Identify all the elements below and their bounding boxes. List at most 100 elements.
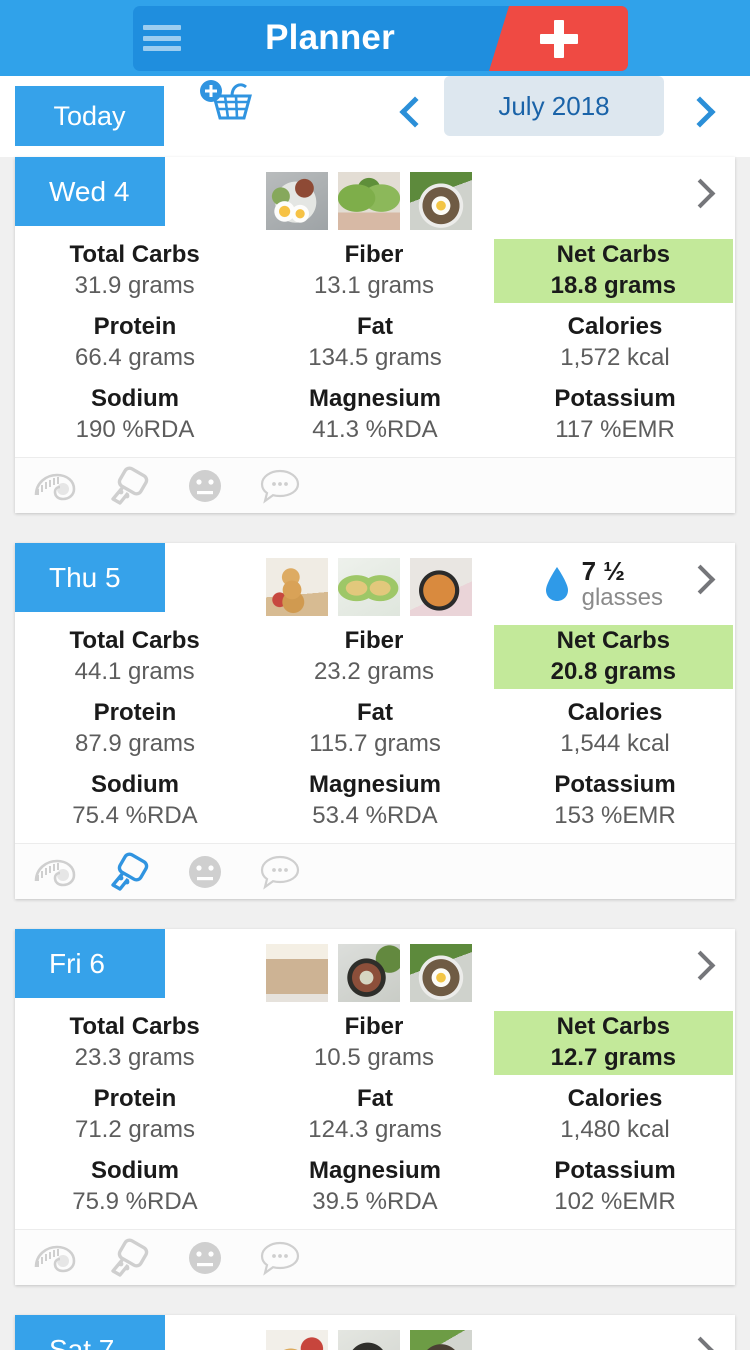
water-drop-icon xyxy=(545,567,568,602)
meal-thumbnail[interactable] xyxy=(266,172,328,230)
add-to-shopping-basket-icon[interactable] xyxy=(196,76,254,126)
nutrient-calories: Calories 1,480 kcal xyxy=(495,1079,735,1151)
nutrient-fat: Fat 115.7 grams xyxy=(255,693,495,765)
nutrient-value: 53.4 %RDA xyxy=(312,802,438,829)
nutrient-value: 1,572 kcal xyxy=(560,344,670,371)
day-badge[interactable]: Sat 7 xyxy=(15,1315,165,1350)
measuring-tape-icon[interactable] xyxy=(32,1237,78,1279)
note-bubble-icon[interactable] xyxy=(257,1237,303,1279)
nutrient-label: Magnesium xyxy=(308,1157,442,1184)
previous-month-button[interactable] xyxy=(396,96,432,134)
nutrient-net-carbs: Net Carbs 12.7 grams xyxy=(493,1011,733,1075)
nutrient-value: 13.1 grams xyxy=(313,272,435,299)
nutrient-label: Total Carbs xyxy=(69,627,200,654)
day-tracker-tray xyxy=(15,843,735,899)
nutrient-label: Protein xyxy=(93,699,177,726)
note-bubble-icon[interactable] xyxy=(257,851,303,893)
water-intake[interactable]: 7 ½ glasses xyxy=(544,557,663,610)
day-detail-button[interactable] xyxy=(685,564,720,597)
nutrition-row: Sodium 190 %RDA Magnesium 41.3 %RDA Potassiu… xyxy=(15,379,735,451)
neutral-face-icon[interactable] xyxy=(182,851,228,893)
meal-thumbnail[interactable] xyxy=(338,558,400,616)
ketone-meter-icon[interactable] xyxy=(107,851,153,893)
nutrient-label: Sodium xyxy=(91,385,179,412)
nutrient-label: Potassium xyxy=(554,771,676,798)
add-button[interactable] xyxy=(489,6,628,71)
nutrient-potassium: Potassium 117 %EMR xyxy=(495,379,735,451)
nutrient-protein: Protein 87.9 grams xyxy=(15,693,255,765)
measuring-tape-icon[interactable] xyxy=(32,851,78,893)
nutrient-sodium: Sodium 190 %RDA xyxy=(15,379,255,451)
nutrient-label: Potassium xyxy=(554,1157,676,1184)
nutrient-value: 12.7 grams xyxy=(550,1044,677,1071)
meal-thumbnail[interactable] xyxy=(338,944,400,1002)
today-button[interactable]: Today xyxy=(15,86,164,146)
nutrient-calories: Calories 1,544 kcal xyxy=(495,693,735,765)
neutral-face-icon[interactable] xyxy=(182,465,228,507)
day-card-list: Wed 4 Total Carbs 31.9 grams Fiber 13.1 gram… xyxy=(0,157,750,1350)
meal-thumbnail[interactable] xyxy=(410,944,472,1002)
day-badge[interactable]: Thu 5 xyxy=(15,543,165,612)
day-badge[interactable]: Fri 6 xyxy=(15,929,165,998)
meal-thumbnail[interactable] xyxy=(410,172,472,230)
note-bubble-icon[interactable] xyxy=(257,465,303,507)
nutrient-value: 18.8 grams xyxy=(550,272,677,299)
neutral-face-icon[interactable] xyxy=(182,1237,228,1279)
nutrient-label: Sodium xyxy=(91,1157,179,1184)
day-card[interactable]: Thu 5 7 ½ glasses Total Carbs 44.1 grams F… xyxy=(15,543,735,899)
chevron-left-icon xyxy=(399,96,431,128)
meal-thumbnail[interactable] xyxy=(338,1330,400,1350)
nutrient-label: Magnesium xyxy=(308,385,442,412)
meal-thumbnail-row xyxy=(266,1330,472,1350)
day-detail-button[interactable] xyxy=(685,950,720,983)
nutrient-label: Fat xyxy=(357,699,393,726)
day-badge[interactable]: Wed 4 xyxy=(15,157,165,226)
nutrient-fiber: Fiber 10.5 grams xyxy=(254,1007,493,1079)
meal-thumbnail[interactable] xyxy=(266,558,328,616)
meal-thumbnail[interactable] xyxy=(266,944,328,1002)
nutrient-potassium: Potassium 153 %EMR xyxy=(495,765,735,837)
day-card[interactable]: Sat 7 xyxy=(15,1315,735,1350)
nutrition-row: Total Carbs 31.9 grams Fiber 13.1 grams Net … xyxy=(15,235,735,307)
nutrient-sodium: Sodium 75.4 %RDA xyxy=(15,765,255,837)
chevron-right-icon xyxy=(684,96,716,128)
nutrition-row: Protein 66.4 grams Fat 134.5 grams Calories 1… xyxy=(15,307,735,379)
ketone-meter-icon[interactable] xyxy=(107,1237,153,1279)
measuring-tape-icon[interactable] xyxy=(32,465,78,507)
nutrient-label: Fiber xyxy=(344,1013,404,1040)
nutrition-row: Sodium 75.9 %RDA Magnesium 39.5 %RDA Potassi… xyxy=(15,1151,735,1223)
nutrient-value: 71.2 grams xyxy=(74,1116,196,1143)
nutrient-fat: Fat 124.3 grams xyxy=(255,1079,495,1151)
meal-thumbnail[interactable] xyxy=(410,558,472,616)
meal-thumbnail-row xyxy=(266,944,472,1002)
chevron-right-icon xyxy=(685,178,716,209)
ketone-meter-icon[interactable] xyxy=(107,465,153,507)
nutrient-value: 23.2 grams xyxy=(313,658,435,685)
nutrient-label: Fat xyxy=(357,313,393,340)
day-card[interactable]: Fri 6 Total Carbs 23.3 grams Fiber 10.5 gram… xyxy=(15,929,735,1285)
meal-thumbnail[interactable] xyxy=(410,1330,472,1350)
nutrient-value: 44.1 grams xyxy=(74,658,195,685)
nutrient-net-carbs: Net Carbs 20.8 grams xyxy=(493,625,733,689)
nutrient-value: 31.9 grams xyxy=(74,272,195,299)
nutrient-fat: Fat 134.5 grams xyxy=(255,307,495,379)
day-card[interactable]: Wed 4 Total Carbs 31.9 grams Fiber 13.1 gram… xyxy=(15,157,735,513)
day-detail-button[interactable] xyxy=(685,1336,720,1350)
nutrient-label: Magnesium xyxy=(308,771,442,798)
nutrition-row: Sodium 75.4 %RDA Magnesium 53.4 %RDA Potassi… xyxy=(15,765,735,837)
month-selector[interactable]: July 2018 xyxy=(444,76,664,136)
nutrient-potassium: Potassium 102 %EMR xyxy=(495,1151,735,1223)
nutrient-protein: Protein 66.4 grams xyxy=(15,307,255,379)
nutrient-total-carbs: Total Carbs 31.9 grams xyxy=(15,235,254,307)
meal-thumbnail[interactable] xyxy=(338,172,400,230)
next-month-button[interactable] xyxy=(683,96,719,134)
hamburger-menu-icon[interactable] xyxy=(143,22,181,54)
day-detail-button[interactable] xyxy=(685,178,720,211)
nutrient-label: Total Carbs xyxy=(69,1013,200,1040)
day-card-header: Wed 4 xyxy=(15,157,735,235)
plus-icon xyxy=(539,19,578,58)
nutrition-row: Protein 71.2 grams Fat 124.3 grams Calories 1… xyxy=(15,1079,735,1151)
meal-thumbnail[interactable] xyxy=(266,1330,328,1350)
chevron-right-icon xyxy=(685,564,716,595)
nutrient-sodium: Sodium 75.9 %RDA xyxy=(15,1151,255,1223)
